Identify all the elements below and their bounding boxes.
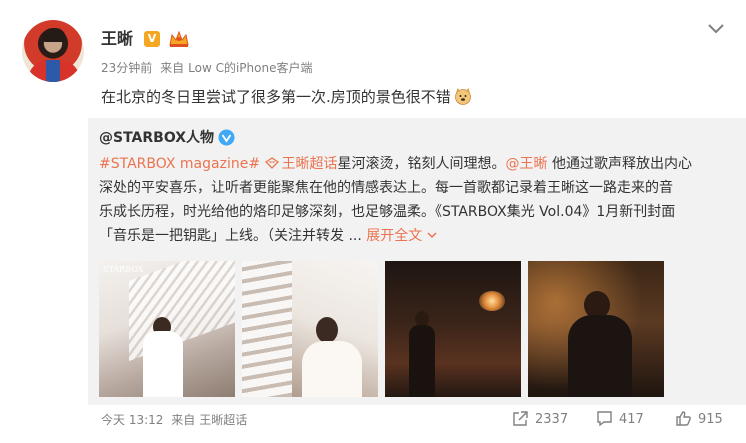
photo-2-person [302, 341, 362, 397]
post-source[interactable]: Low C的iPhone客户端 [188, 61, 312, 75]
post-footer: 今天 13:12 来自 王晰超话 2337 417 915 [0, 405, 746, 443]
author-name[interactable]: 王晰 [101, 28, 133, 50]
blue-v-icon [218, 129, 235, 146]
photo-2-beam [242, 261, 292, 397]
repost-line-1-text: 星河滚烫，铭刻人间理想。 [337, 156, 506, 172]
repost-block[interactable]: @STARBOX人物 #STARBOX magazine# 王晰超话星河滚烫，铭… [88, 118, 746, 405]
photo-thumbnail-3[interactable] [385, 261, 521, 397]
photo-3-person [409, 325, 435, 397]
supertopic-link[interactable]: 王晰超话 [264, 156, 338, 172]
source-prefix: 来自 [160, 61, 185, 75]
repost-icon [513, 411, 528, 426]
comment-icon [597, 411, 612, 427]
photo-2-person-head [316, 317, 338, 343]
avatar-hair [42, 28, 66, 42]
repost-line-2: 深处的平安喜乐，让听者更能聚焦在他的情感表达上。每一首歌都记录着王晰这一路走来的… [99, 180, 673, 196]
expand-label: 展开全文 [366, 228, 423, 244]
mention-link[interactable]: @王晰 [506, 156, 548, 172]
supertopic-icon [264, 157, 279, 169]
like-count: 915 [698, 412, 723, 427]
repost-line-4: 「音乐是一把钥匙」上线。（关注并转发 ... 展开全文 [99, 224, 739, 248]
photo-thumbnail-2[interactable] [242, 261, 378, 397]
like-icon [676, 411, 691, 426]
repost-line-3: 乐成长历程，时光给他的烙印足够深刻，也足够温柔。《STARBOX集光 Vol.0… [99, 204, 676, 220]
avatar-shirt-detail [46, 60, 60, 82]
photo-1-person [143, 331, 183, 397]
weibo-post-card: 王晰 V 23分钟前 来自 Low C的iPhone客户端 在北京的冬日里尝试了很… [0, 0, 746, 443]
post-meta: 23分钟前 来自 Low C的iPhone客户端 [101, 59, 316, 77]
photo-thumbnail-1[interactable]: STARBOX [99, 261, 235, 397]
repost-count: 2337 [535, 412, 569, 427]
photo-3-lamp [479, 291, 505, 311]
expand-full-text-link[interactable]: 展开全文 [366, 228, 437, 244]
avatar[interactable] [22, 20, 84, 82]
chevron-down-icon [427, 232, 437, 239]
repost-line-4-text: 「音乐是一把钥匙」上线。（关注并转发 ... [99, 228, 362, 244]
post-text: 在北京的冬日里尝试了很多第一次.房顶的景色很不错 [101, 86, 472, 108]
repost-line-1-tail: 他通过歌声释放出内心 [547, 156, 692, 172]
photo-4-person [568, 315, 632, 397]
post-text-content: 在北京的冬日里尝试了很多第一次.房顶的景色很不错 [101, 88, 451, 106]
doge-emoji-icon [454, 88, 471, 105]
repost-time[interactable]: 今天 13:12 [101, 413, 163, 427]
repost-button[interactable]: 2337 [512, 409, 568, 431]
supertopic-label: 王晰超话 [281, 156, 338, 172]
repost-line-1: #STARBOX magazine# 王晰超话星河滚烫，铭刻人间理想。@王晰 他… [99, 152, 739, 176]
repost-source-prefix: 来自 [171, 413, 196, 427]
comment-count: 417 [619, 412, 644, 427]
verified-badge-icon[interactable]: V [144, 31, 160, 47]
magazine-logo: STARBOX [103, 265, 144, 274]
chevron-down-icon[interactable] [707, 22, 725, 36]
hashtag-link[interactable]: #STARBOX magazine# [99, 156, 260, 172]
photo-thumbnail-4[interactable] [528, 261, 664, 397]
repost-author[interactable]: @STARBOX人物 [99, 128, 214, 148]
repost-source[interactable]: 王晰超话 [199, 413, 247, 427]
post-time[interactable]: 23分钟前 [101, 61, 152, 75]
repost-body: #STARBOX magazine# 王晰超话星河滚烫，铭刻人间理想。@王晰 他… [99, 152, 739, 248]
repost-meta: 今天 13:12 来自 王晰超话 [101, 411, 251, 429]
like-button[interactable]: 915 [675, 409, 723, 431]
comment-button[interactable]: 417 [596, 409, 644, 431]
member-crown-icon[interactable] [168, 29, 190, 49]
